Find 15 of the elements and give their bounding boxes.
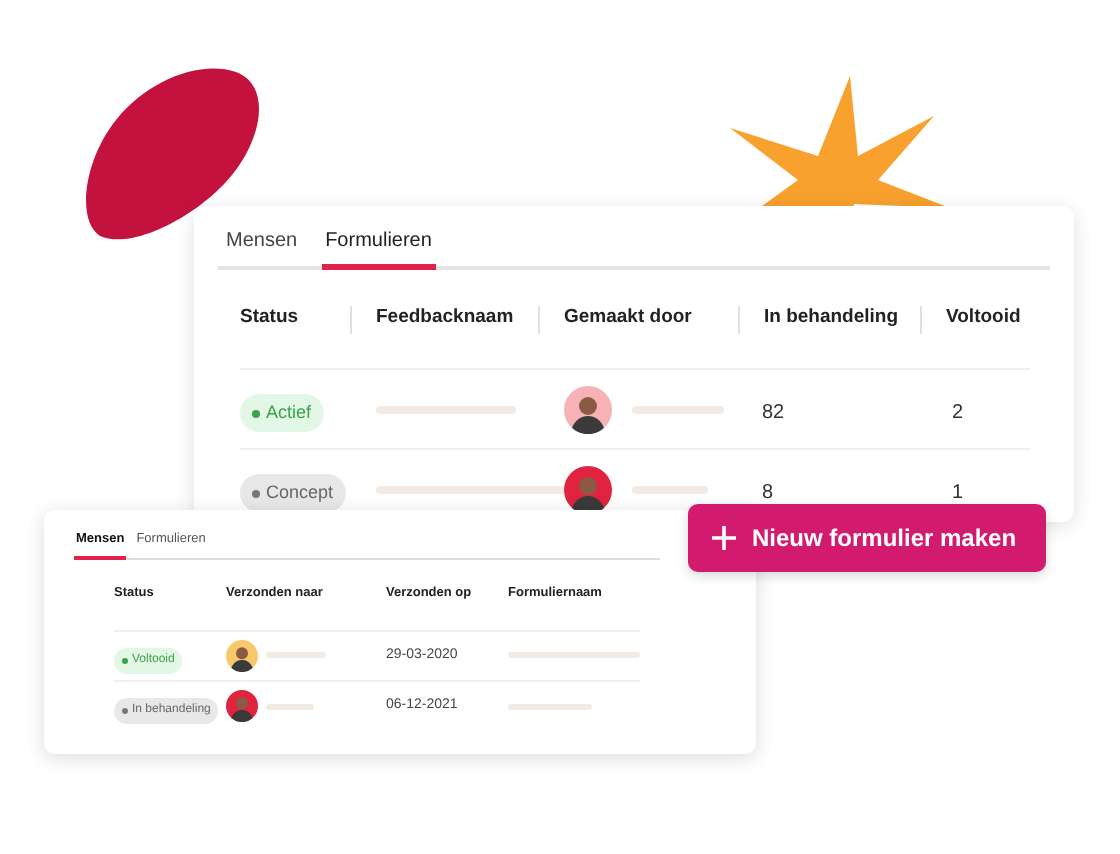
column-header: Status — [240, 304, 299, 333]
table-cell: 82 — [762, 401, 785, 423]
column-header: Feedbacknaam — [376, 304, 514, 333]
new-form-button[interactable]: Nieuw formulier maken — [688, 504, 1046, 572]
table-cell: 1 — [952, 481, 964, 503]
column-header: In behandeling — [764, 304, 899, 333]
status-badge: Concept — [240, 473, 346, 513]
table-cell: 8 — [762, 481, 774, 503]
tab[interactable]: Formulieren — [321, 226, 436, 270]
status-badge: Actief — [240, 393, 324, 433]
plus-icon — [712, 526, 736, 550]
table-cell: 2 — [952, 401, 964, 423]
column-header: Voltooid — [946, 304, 1021, 333]
column-header: Gemaakt door — [564, 304, 692, 333]
tab[interactable]: Mensen — [222, 226, 302, 270]
